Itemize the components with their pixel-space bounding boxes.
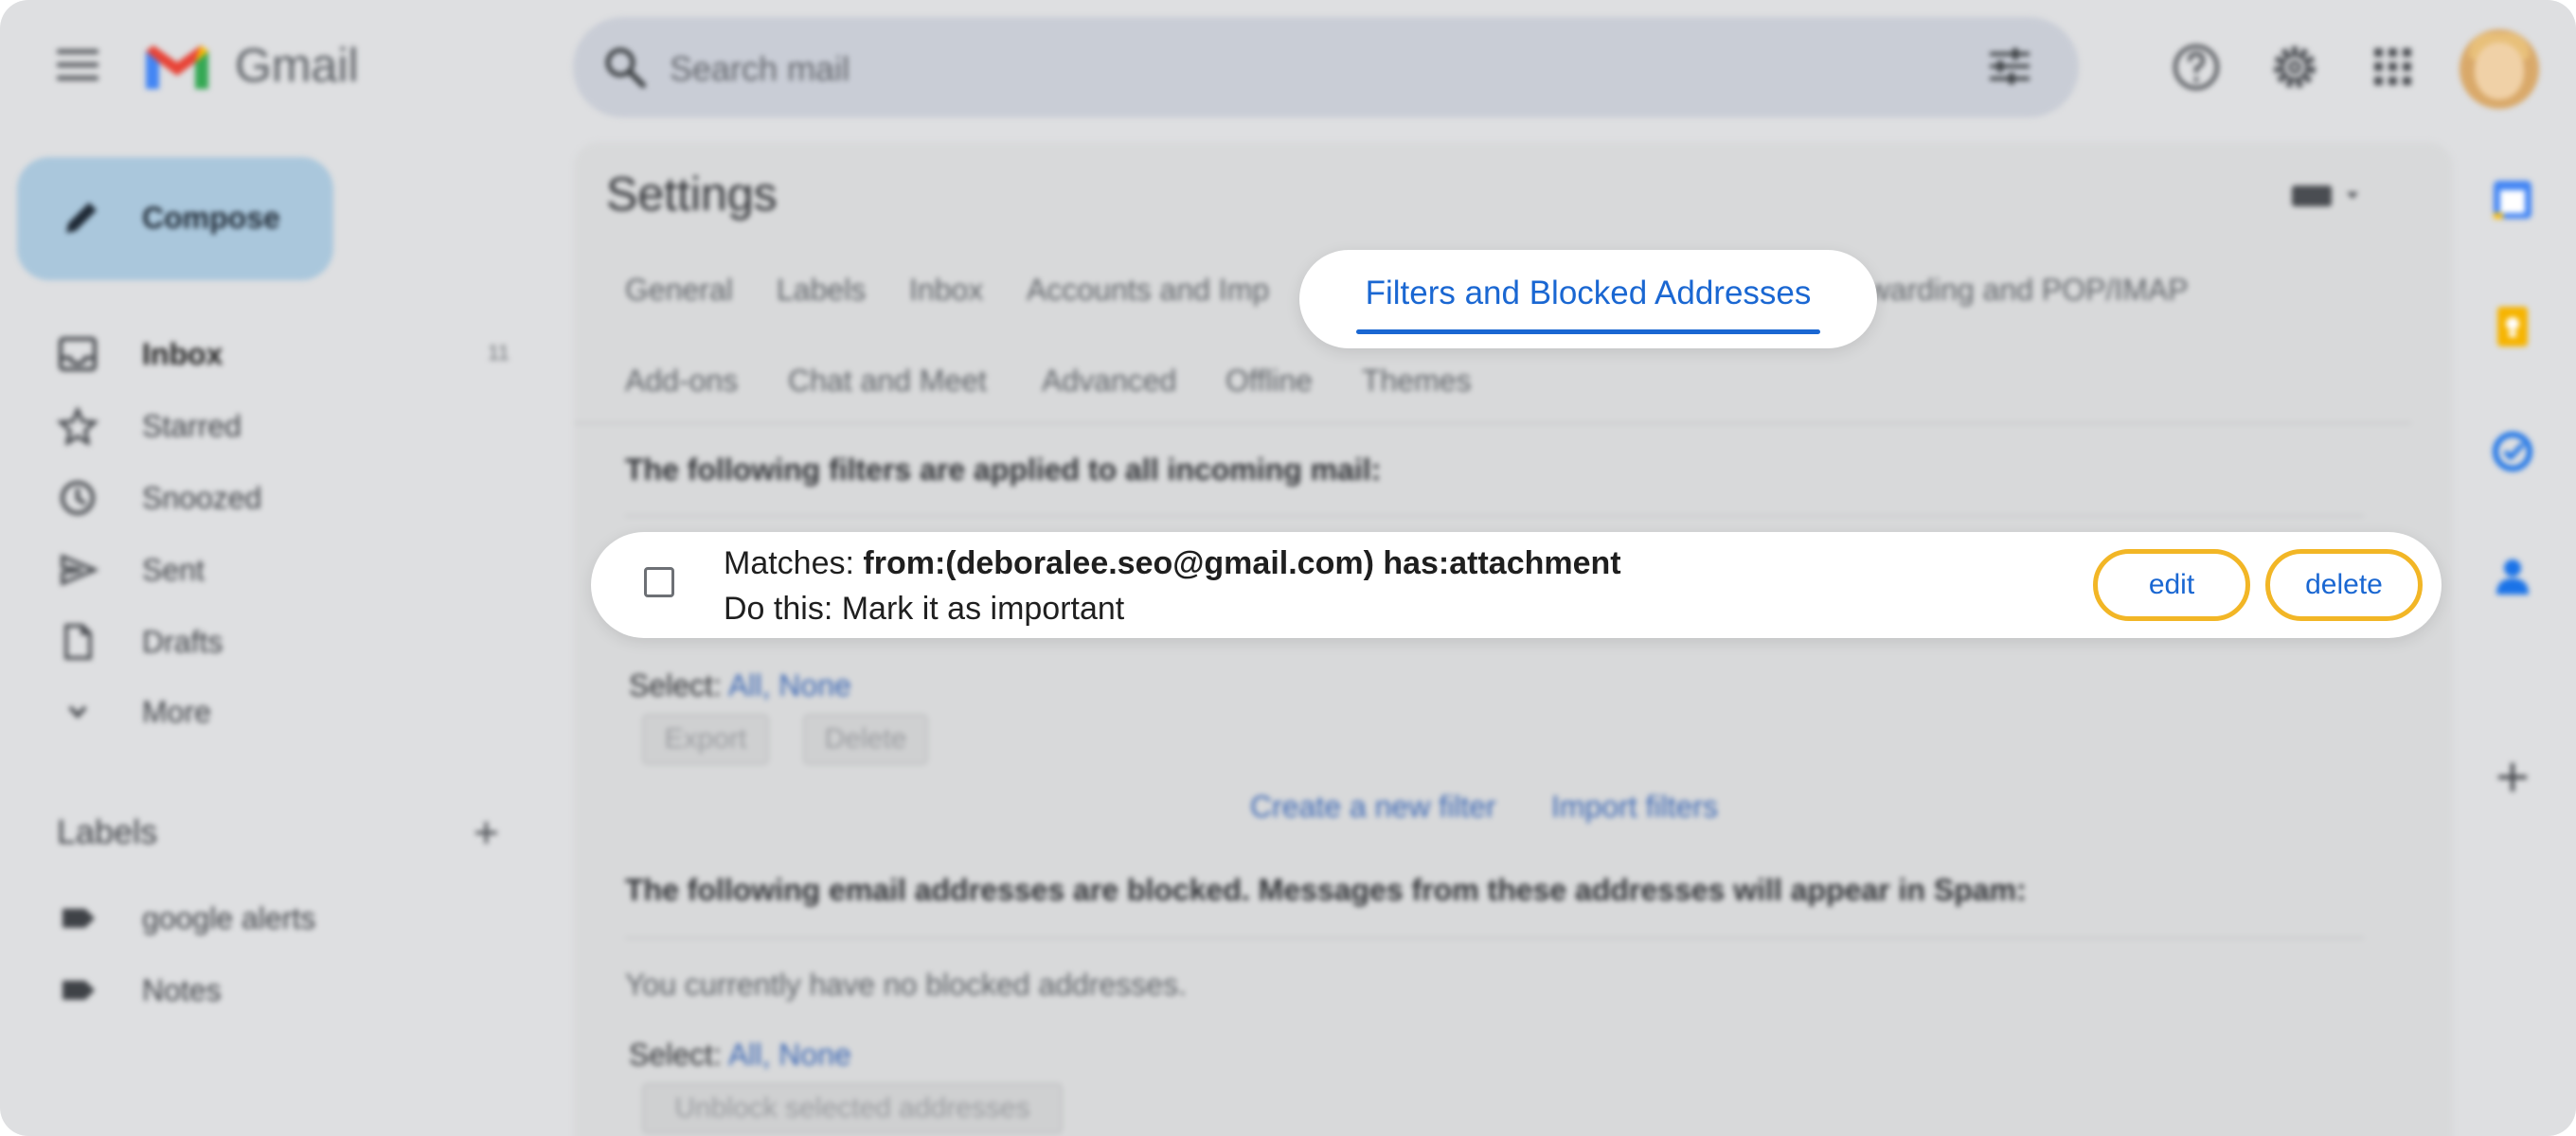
delete-filter-button[interactable]: delete bbox=[2265, 549, 2423, 621]
app-name: Gmail bbox=[235, 39, 359, 92]
nav-label: More bbox=[142, 695, 211, 729]
compose-label: Compose bbox=[142, 201, 280, 235]
tab-filters-and-blocked-addresses[interactable]: Filters and Blocked Addresses bbox=[1299, 250, 1877, 348]
help-icon[interactable] bbox=[2171, 42, 2222, 93]
gmail-window: Gmail Search mail Compose Inbox 11 Starr… bbox=[0, 0, 2576, 1136]
tasks-icon[interactable] bbox=[2489, 428, 2536, 475]
search-bar[interactable]: Search mail bbox=[573, 17, 2079, 117]
tab-label: Filters and Blocked Addresses bbox=[1365, 275, 1812, 311]
keep-icon[interactable] bbox=[2489, 303, 2536, 350]
nav-label: Drafts bbox=[142, 625, 224, 659]
tab-general[interactable]: General bbox=[625, 273, 733, 308]
send-icon bbox=[61, 554, 98, 586]
blocked-heading: The following email addresses are blocke… bbox=[625, 873, 2027, 907]
export-button[interactable]: Export bbox=[642, 714, 769, 765]
select-separator: , bbox=[761, 668, 771, 702]
filter-row: Matches: from:(deboralee.seo@gmail.com) … bbox=[591, 532, 2442, 638]
active-tab-indicator bbox=[1356, 329, 1820, 334]
label-icon bbox=[63, 981, 95, 1000]
tab-themes[interactable]: Themes bbox=[1362, 364, 1472, 399]
delete-selected-button[interactable]: Delete bbox=[803, 714, 928, 765]
tab-labels[interactable]: Labels bbox=[777, 273, 866, 308]
tab-accounts-and-import[interactable]: Accounts and Imp bbox=[1027, 273, 1269, 308]
matches-label: Matches: bbox=[724, 545, 854, 581]
account-avatar[interactable] bbox=[2460, 29, 2539, 109]
nav-item-starred[interactable]: Starred bbox=[0, 396, 530, 454]
nav-label: Inbox bbox=[142, 337, 224, 371]
edit-filter-button[interactable]: edit bbox=[2093, 549, 2250, 621]
settings-gear-icon[interactable] bbox=[2269, 42, 2320, 93]
star-icon bbox=[57, 407, 98, 445]
tab-chat-and-meet[interactable]: Chat and Meet bbox=[788, 364, 987, 399]
tab-add-ons[interactable]: Add-ons bbox=[625, 364, 738, 399]
search-icon[interactable] bbox=[601, 44, 649, 91]
select-none-link[interactable]: None bbox=[778, 1038, 851, 1072]
filter-matches: Matches: from:(deboralee.seo@gmail.com) … bbox=[724, 545, 1621, 582]
nav-item-inbox[interactable]: Inbox 11 bbox=[0, 324, 530, 382]
filter-action: Do this: Mark it as important bbox=[724, 591, 1125, 627]
compose-button[interactable]: Compose bbox=[17, 157, 333, 280]
select-all-link[interactable]: All bbox=[728, 1038, 762, 1072]
label-name: Notes bbox=[142, 973, 222, 1007]
tabs-divider bbox=[574, 422, 2411, 424]
main-menu-icon[interactable] bbox=[57, 49, 98, 83]
filter-select-row: Select: All, None bbox=[629, 668, 851, 703]
add-label-icon[interactable]: + bbox=[474, 807, 499, 858]
clock-icon bbox=[61, 481, 95, 515]
select-none-link[interactable]: None bbox=[778, 668, 851, 702]
unread-count: 11 bbox=[488, 341, 510, 364]
search-options-icon[interactable] bbox=[1986, 43, 2033, 90]
calendar-icon[interactable] bbox=[2489, 176, 2536, 223]
filters-divider bbox=[625, 515, 2364, 517]
contacts-icon[interactable] bbox=[2489, 553, 2536, 600]
label-icon bbox=[63, 909, 95, 928]
page-title: Settings bbox=[606, 168, 778, 221]
nav-item-snoozed[interactable]: Snoozed bbox=[0, 468, 530, 526]
select-separator: , bbox=[761, 1038, 771, 1072]
filter-criteria: from:(deboralee.seo@gmail.com) has:attac… bbox=[863, 545, 1621, 581]
apps-grid-icon[interactable] bbox=[2368, 42, 2419, 93]
labels-heading: Labels bbox=[57, 812, 158, 851]
draft-icon bbox=[64, 624, 92, 660]
import-filters-link[interactable]: Import filters bbox=[1551, 790, 1718, 825]
tab-inbox[interactable]: Inbox bbox=[909, 273, 983, 308]
select-all-link[interactable]: All bbox=[728, 668, 762, 702]
nav-label: Starred bbox=[142, 409, 242, 443]
pencil-icon bbox=[66, 203, 97, 233]
nav-label: Sent bbox=[142, 553, 205, 587]
filters-heading: The following filters are applied to all… bbox=[625, 453, 1382, 487]
label-item-notes[interactable]: Notes bbox=[0, 960, 530, 1019]
select-label: Select: bbox=[629, 1038, 722, 1072]
unblock-button[interactable]: Unblock selected addresses bbox=[642, 1083, 1063, 1134]
inbox-icon bbox=[59, 337, 97, 371]
tab-advanced[interactable]: Advanced bbox=[1042, 364, 1176, 399]
gmail-logo-icon bbox=[146, 45, 208, 89]
input-tools-icon[interactable] bbox=[2290, 182, 2366, 210]
create-filter-link[interactable]: Create a new filter bbox=[1250, 790, 1496, 825]
chevron-down-icon bbox=[68, 705, 87, 719]
nav-label: Snoozed bbox=[142, 481, 262, 515]
no-blocked-text: You currently have no blocked addresses. bbox=[625, 967, 1187, 1002]
blocked-divider bbox=[625, 937, 2364, 939]
search-input[interactable]: Search mail bbox=[670, 49, 850, 89]
add-addon-icon[interactable] bbox=[2489, 754, 2536, 801]
label-name: google alerts bbox=[142, 901, 316, 935]
blocked-select-row: Select: All, None bbox=[629, 1038, 851, 1073]
tab-forwarding-and-pop-imap[interactable]: rwarding and POP/IMAP bbox=[1858, 273, 2189, 308]
tab-offline[interactable]: Offline bbox=[1225, 364, 1313, 399]
label-item-google-alerts[interactable]: google alerts bbox=[0, 888, 530, 947]
nav-item-sent[interactable]: Sent bbox=[0, 540, 530, 598]
select-label: Select: bbox=[629, 668, 722, 702]
filter-checkbox[interactable] bbox=[644, 567, 674, 597]
nav-item-more[interactable]: More bbox=[0, 682, 530, 740]
nav-item-drafts[interactable]: Drafts bbox=[0, 612, 530, 670]
